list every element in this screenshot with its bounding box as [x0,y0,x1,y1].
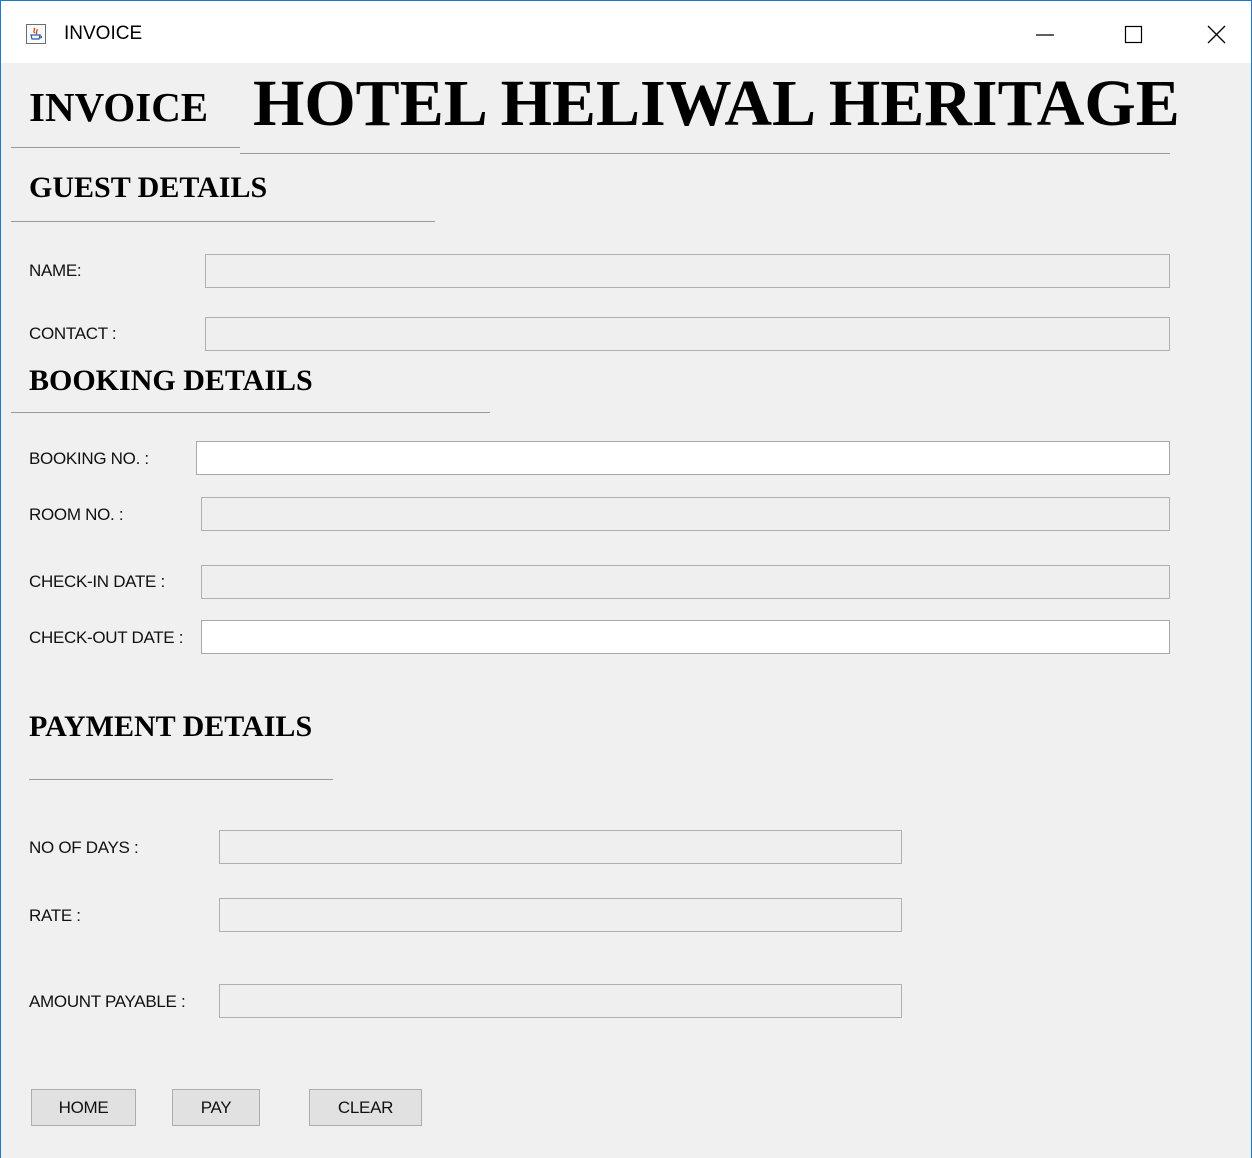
hotel-name-heading: HOTEL HELIWAL HERITAGE [253,67,1180,140]
no-of-days-label: NO OF DAYS : [29,838,139,857]
java-app-icon[interactable] [26,24,46,44]
booking-no-field[interactable] [196,441,1170,475]
rate-field[interactable] [219,898,902,932]
title-bar[interactable]: INVOICE [1,1,1251,63]
check-out-date-field[interactable] [201,620,1170,654]
booking-details-heading: BOOKING DETAILS [29,364,313,397]
room-no-label: ROOM NO. : [29,505,124,524]
invoice-window: INVOICE INVOICE HOTEL HELIWAL HERITAGE G… [0,0,1252,1158]
divider [11,221,435,222]
invoice-heading: INVOICE [29,84,209,130]
check-in-date-label: CHECK-IN DATE : [29,572,165,591]
close-icon [1207,25,1226,44]
divider [11,147,240,148]
contact-field[interactable] [205,317,1170,351]
booking-no-label: BOOKING NO. : [29,449,149,468]
amount-payable-label: AMOUNT PAYABLE : [29,992,186,1011]
check-out-date-label: CHECK-OUT DATE : [29,628,184,647]
payment-details-heading: PAYMENT DETAILS [29,710,313,743]
pay-button[interactable]: PAY [172,1089,260,1126]
window-title: INVOICE [64,23,143,44]
guest-details-heading: GUEST DETAILS [29,171,268,204]
clear-button[interactable]: CLEAR [309,1089,422,1126]
close-button[interactable] [1173,1,1252,63]
no-of-days-field[interactable] [219,830,902,864]
rate-label: RATE : [29,906,81,925]
minimize-button[interactable] [1003,1,1087,63]
amount-payable-field[interactable] [219,984,902,1018]
home-button[interactable]: HOME [31,1089,136,1126]
divider [29,779,333,780]
name-field[interactable] [205,254,1170,288]
name-label: NAME: [29,261,82,280]
room-no-field[interactable] [201,497,1170,531]
divider [11,412,490,413]
divider [240,153,1170,154]
maximize-button[interactable] [1091,1,1175,63]
maximize-icon [1124,25,1143,44]
contact-label: CONTACT : [29,324,117,343]
check-in-date-field[interactable] [201,565,1170,599]
minimize-icon [1036,34,1054,36]
